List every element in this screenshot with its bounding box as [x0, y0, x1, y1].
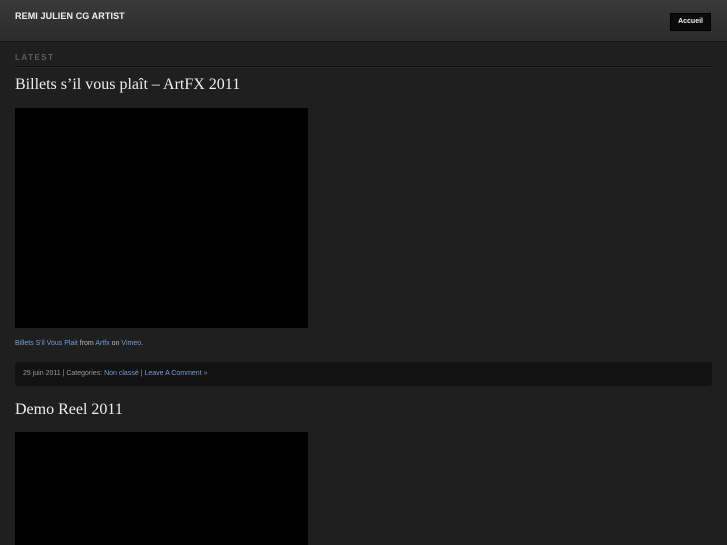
- site-title[interactable]: REMI JULIEN CG ARTIST: [15, 11, 125, 21]
- section-label: LATEST: [15, 53, 55, 62]
- video-embed-2[interactable]: [15, 432, 308, 545]
- caption-text-from: from: [77, 340, 96, 347]
- post-title-2[interactable]: Demo Reel 2011: [15, 401, 123, 419]
- video-caption: Billets S'il Vous Plait from Artfx on Vi…: [15, 340, 143, 347]
- caption-text-on: on: [109, 340, 122, 347]
- post-meta-text: 25 juin 2011 | Categories: Non classé | …: [23, 370, 207, 377]
- nav-accueil-button[interactable]: Accueil: [670, 13, 711, 31]
- meta-separator-categories: | Categories:: [60, 370, 105, 377]
- caption-video-link[interactable]: Billets S'il Vous Plait: [15, 340, 78, 347]
- post-date: 25 juin 2011: [23, 370, 61, 377]
- caption-text-end: .: [141, 340, 144, 347]
- site-header: REMI JULIEN CG ARTIST Accueil: [0, 0, 727, 42]
- section-divider: [15, 66, 712, 68]
- caption-author-link[interactable]: Artfx: [95, 340, 109, 347]
- caption-vimeo-link[interactable]: Vimeo: [121, 340, 141, 347]
- post-meta-bar: 25 juin 2011 | Categories: Non classé | …: [15, 362, 712, 386]
- video-embed-1[interactable]: [15, 108, 308, 328]
- post-title-1[interactable]: Billets s’il vous plaît – ArtFX 2011: [15, 76, 240, 94]
- category-link[interactable]: Non classé: [104, 370, 139, 377]
- leave-comment-link[interactable]: Leave A Comment »: [144, 370, 207, 377]
